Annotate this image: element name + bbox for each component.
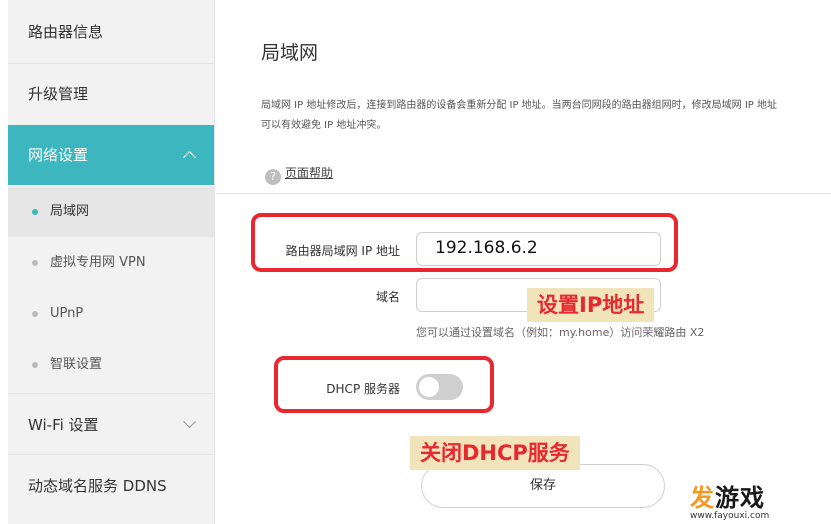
page-description: 局域网 IP 地址修改后，连接到路由器的设备会重新分配 IP 地址。当两台同网段… (261, 96, 831, 136)
sidebar-item-network-settings[interactable]: 网络设置 (8, 125, 214, 185)
sidebar-item-label: 路由器信息 (28, 23, 104, 41)
domain-label: 域名 (375, 290, 400, 304)
watermark-brand: 游戏 (715, 484, 765, 512)
sidebar-subitem-label: 局域网 (50, 204, 90, 219)
watermark-brand: 发 (690, 484, 715, 512)
sidebar-item-router-info[interactable]: 路由器信息 (8, 0, 214, 64)
page-help-link[interactable]: ? 页面帮助 (265, 164, 333, 185)
sidebar-subitem-label: 虚拟专用网 VPN (50, 255, 146, 270)
bullet-icon (32, 209, 38, 215)
description-line: 可以有效避免 IP 地址冲突。 (261, 120, 387, 131)
sidebar-item-wifi-settings[interactable]: Wi-Fi 设置 (8, 393, 214, 455)
bullet-icon (32, 311, 38, 317)
help-icon: ? (265, 169, 281, 185)
sidebar-subitem-label: 智联设置 (50, 357, 103, 372)
domain-hint: 您可以通过设置域名（例如：my.home）访问荣耀路由 X2 (416, 326, 705, 339)
help-link-label: 页面帮助 (285, 166, 334, 180)
sidebar: 路由器信息 升级管理 网络设置 局域网 虚拟专用网 VPN UPnP 智联设置 … (8, 0, 215, 524)
bullet-icon (32, 362, 38, 368)
watermark-logo: 发游戏 www.fayouxi.com (690, 478, 769, 521)
sidebar-item-label: 动态域名服务 DDNS (28, 477, 167, 495)
sidebar-item-ddns[interactable]: 动态域名服务 DDNS (8, 456, 214, 516)
chevron-down-icon (183, 415, 196, 429)
chevron-up-icon (183, 150, 196, 164)
sidebar-subitem-vpn[interactable]: 虚拟专用网 VPN (8, 238, 214, 288)
annotation-caption-ip: 设置IP地址 (527, 288, 655, 322)
description-line: 局域网 IP 地址修改后，连接到路由器的设备会重新分配 IP 地址。当两台同网段… (261, 100, 778, 111)
sidebar-item-label: Wi-Fi 设置 (28, 416, 99, 434)
sidebar-item-label: 网络设置 (28, 146, 89, 164)
sidebar-item-label: 升级管理 (28, 85, 89, 103)
sidebar-subitem-lan[interactable]: 局域网 (8, 187, 214, 237)
annotation-caption-dhcp: 关闭DHCP服务 (410, 436, 580, 470)
sidebar-item-upgrade[interactable]: 升级管理 (8, 64, 214, 125)
bullet-icon (32, 260, 38, 266)
sidebar-subitem-smart-link[interactable]: 智联设置 (8, 340, 214, 390)
divider (216, 193, 831, 194)
sidebar-subitem-label: UPnP (50, 306, 84, 321)
save-button[interactable]: 保存 (421, 464, 665, 508)
sidebar-subitem-upnp[interactable]: UPnP (8, 289, 214, 339)
page-title: 局域网 (261, 42, 319, 64)
watermark-url: www.fayouxi.com (690, 511, 770, 521)
annotation-box-ip (251, 213, 678, 272)
annotation-box-dhcp (274, 356, 494, 413)
